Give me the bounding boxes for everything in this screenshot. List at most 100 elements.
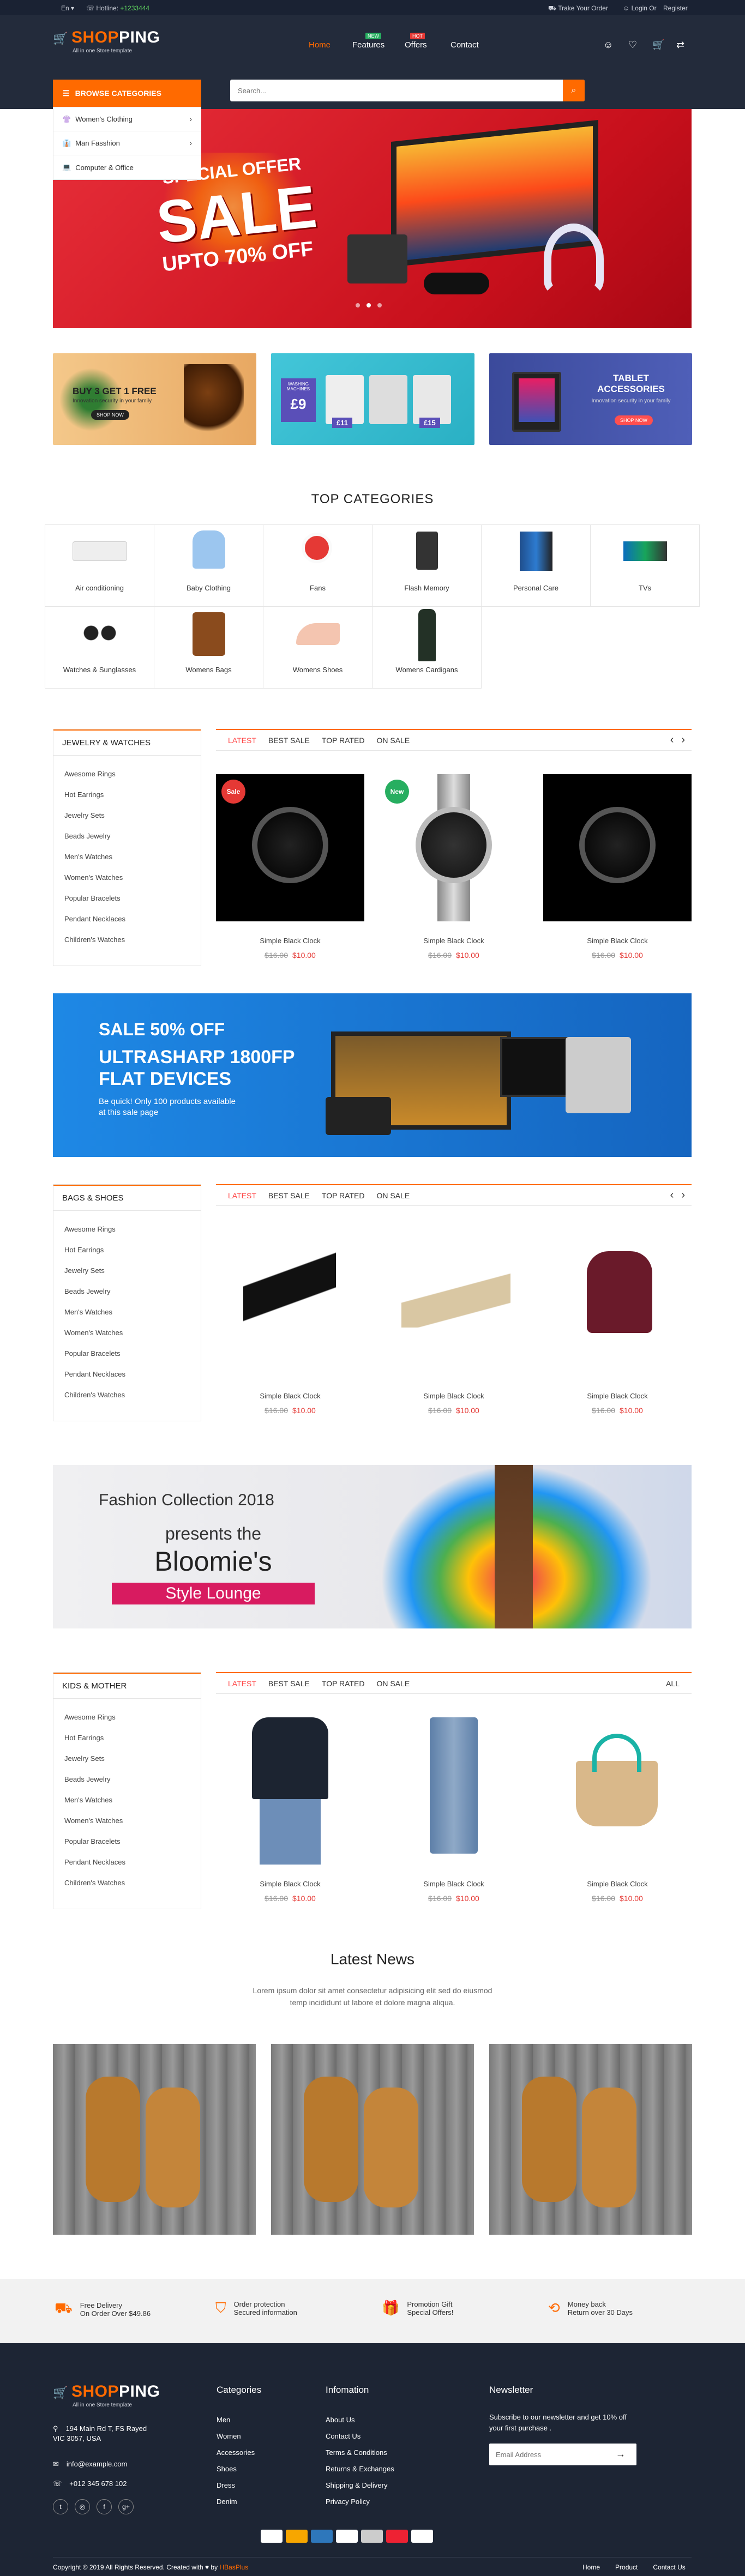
search-input[interactable] [230, 80, 563, 101]
nav-offers[interactable]: HOT Offers [405, 33, 427, 50]
arrow-right-icon[interactable]: → [616, 2448, 626, 2460]
side-link[interactable]: Beads Jewelry [53, 1769, 201, 1789]
side-link[interactable]: Jewelry Sets [53, 805, 201, 825]
news-image[interactable] [489, 2044, 692, 2235]
product-name[interactable]: Simple Black Clock [380, 1392, 528, 1400]
product-name[interactable]: Simple Black Clock [216, 1880, 364, 1888]
product-card[interactable] [543, 1229, 692, 1377]
next-arrow-icon[interactable]: › [681, 734, 685, 746]
side-link[interactable]: Awesome Rings [53, 1218, 201, 1239]
footer-email[interactable]: ✉ info@example.com [53, 2460, 127, 2469]
category-cell[interactable]: Womens Cardigans [372, 607, 482, 689]
newsletter-email-input[interactable] [489, 2444, 609, 2465]
side-link[interactable]: Children's Watches [53, 1384, 201, 1405]
category-cell[interactable]: Womens Bags [154, 607, 263, 689]
footer-link[interactable]: Dress [217, 2477, 255, 2494]
side-link[interactable]: Pendant Necklaces [53, 1364, 201, 1384]
product-card[interactable] [543, 1717, 692, 1865]
tab-top-rated[interactable]: TOP RATED [322, 1191, 365, 1200]
tab-on-sale[interactable]: ON SALE [376, 1191, 410, 1200]
side-link[interactable]: Men's Watches [53, 846, 201, 867]
footer-link[interactable]: Shipping & Delivery [326, 2477, 394, 2494]
sale-banner[interactable]: SALE 50% OFF ULTRASHARP 1800FP FLAT DEVI… [53, 993, 692, 1157]
side-link[interactable]: Jewelry Sets [53, 1260, 201, 1281]
instagram-icon[interactable]: ◎ [75, 2499, 90, 2514]
side-link[interactable]: Pendant Necklaces [53, 1851, 201, 1872]
tab-best-sale[interactable]: BEST SALE [268, 736, 310, 745]
footer-link[interactable]: Shoes [217, 2461, 255, 2477]
product-name[interactable]: Simple Black Clock [216, 1392, 364, 1400]
slider-dot[interactable] [367, 303, 371, 307]
footer-bottom-link[interactable]: Contact Us [653, 2563, 685, 2571]
slider-dot[interactable] [377, 303, 382, 307]
dropdown-item[interactable]: 💻 Computer & Office [53, 155, 201, 179]
footer-link[interactable]: Privacy Policy [326, 2494, 394, 2510]
side-link[interactable]: Popular Bracelets [53, 888, 201, 908]
twitter-icon[interactable]: t [53, 2499, 68, 2514]
side-link[interactable]: Popular Bracelets [53, 1831, 201, 1851]
shop-now-button[interactable]: SHOP NOW [91, 410, 129, 420]
side-link[interactable]: Awesome Rings [53, 1706, 201, 1727]
product-name[interactable]: Simple Black Clock [543, 937, 692, 945]
category-cell[interactable]: Air conditioning [45, 525, 154, 607]
category-cell[interactable]: TVs [591, 525, 700, 607]
heart-icon[interactable]: ♡ [628, 39, 637, 51]
next-arrow-icon[interactable]: › [681, 1189, 685, 1202]
track-order-link[interactable]: ⛟ Trake Your Order [548, 4, 608, 13]
side-link[interactable]: Pendant Necklaces [53, 908, 201, 929]
promo-tablet[interactable]: TABLET ACCESSORIES Innovation security i… [489, 353, 692, 445]
footer-link[interactable]: Returns & Exchanges [326, 2461, 394, 2477]
product-card[interactable] [543, 774, 692, 921]
browse-categories-button[interactable]: ☰ BROWSE CATEGORIES [53, 80, 201, 107]
tab-on-sale[interactable]: ON SALE [376, 1679, 410, 1688]
tab-top-rated[interactable]: TOP RATED [322, 736, 365, 745]
tab-best-sale[interactable]: BEST SALE [268, 1191, 310, 1200]
side-link[interactable]: Men's Watches [53, 1789, 201, 1810]
promo-washing[interactable]: WASHING MACHINES £9 £11 £15 [271, 353, 474, 445]
side-link[interactable]: Men's Watches [53, 1301, 201, 1322]
product-card[interactable] [380, 1717, 528, 1865]
side-link[interactable]: Children's Watches [53, 929, 201, 950]
news-image[interactable] [271, 2044, 474, 2235]
nav-home[interactable]: Home [309, 40, 331, 50]
product-card[interactable]: New [380, 774, 528, 921]
product-name[interactable]: Simple Black Clock [543, 1880, 692, 1888]
dropdown-item[interactable]: 👚 Women's Clothing › [53, 107, 201, 131]
tab-latest[interactable]: LATEST [228, 736, 256, 745]
side-link[interactable]: Hot Earrings [53, 1727, 201, 1748]
login-link[interactable]: ☺ Login Or [623, 4, 657, 12]
footer-link[interactable]: Contact Us [326, 2428, 394, 2445]
category-cell[interactable]: Fans [263, 525, 372, 607]
facebook-icon[interactable]: f [97, 2499, 112, 2514]
footer-link[interactable]: Terms & Conditions [326, 2445, 394, 2461]
news-image[interactable] [53, 2044, 256, 2235]
tab-latest[interactable]: LATEST [228, 1679, 256, 1688]
product-name[interactable]: Simple Black Clock [216, 937, 364, 945]
side-link[interactable]: Children's Watches [53, 1872, 201, 1893]
category-cell[interactable]: Personal Care [482, 525, 591, 607]
product-name[interactable]: Simple Black Clock [380, 1880, 528, 1888]
nav-features[interactable]: NEW Features [352, 33, 384, 50]
language-select[interactable]: En ▾ [61, 4, 74, 12]
register-link[interactable]: Register [663, 4, 688, 12]
product-card[interactable] [380, 1229, 528, 1377]
product-name[interactable]: Simple Black Clock [543, 1392, 692, 1400]
footer-link[interactable]: About Us [326, 2412, 394, 2428]
footer-link[interactable]: Accessories [217, 2445, 255, 2461]
side-link[interactable]: Jewelry Sets [53, 1748, 201, 1769]
tab-best-sale[interactable]: BEST SALE [268, 1679, 310, 1688]
category-cell[interactable]: Flash Memory [372, 525, 482, 607]
side-link[interactable]: Women's Watches [53, 1322, 201, 1343]
footer-bottom-link[interactable]: Home [582, 2563, 600, 2571]
nav-contact[interactable]: Contact [450, 40, 479, 50]
category-cell[interactable]: Womens Shoes [263, 607, 372, 689]
slider-dot[interactable] [356, 303, 360, 307]
tab-latest[interactable]: LATEST [228, 1191, 256, 1200]
google-plus-icon[interactable]: g+ [118, 2499, 134, 2514]
side-link[interactable]: Hot Earrings [53, 1239, 201, 1260]
footer-link[interactable]: Denim [217, 2494, 255, 2510]
footer-bottom-link[interactable]: Product [615, 2563, 638, 2571]
product-card[interactable]: Sale [216, 774, 364, 921]
side-link[interactable]: Women's Watches [53, 867, 201, 888]
side-link[interactable]: Beads Jewelry [53, 1281, 201, 1301]
